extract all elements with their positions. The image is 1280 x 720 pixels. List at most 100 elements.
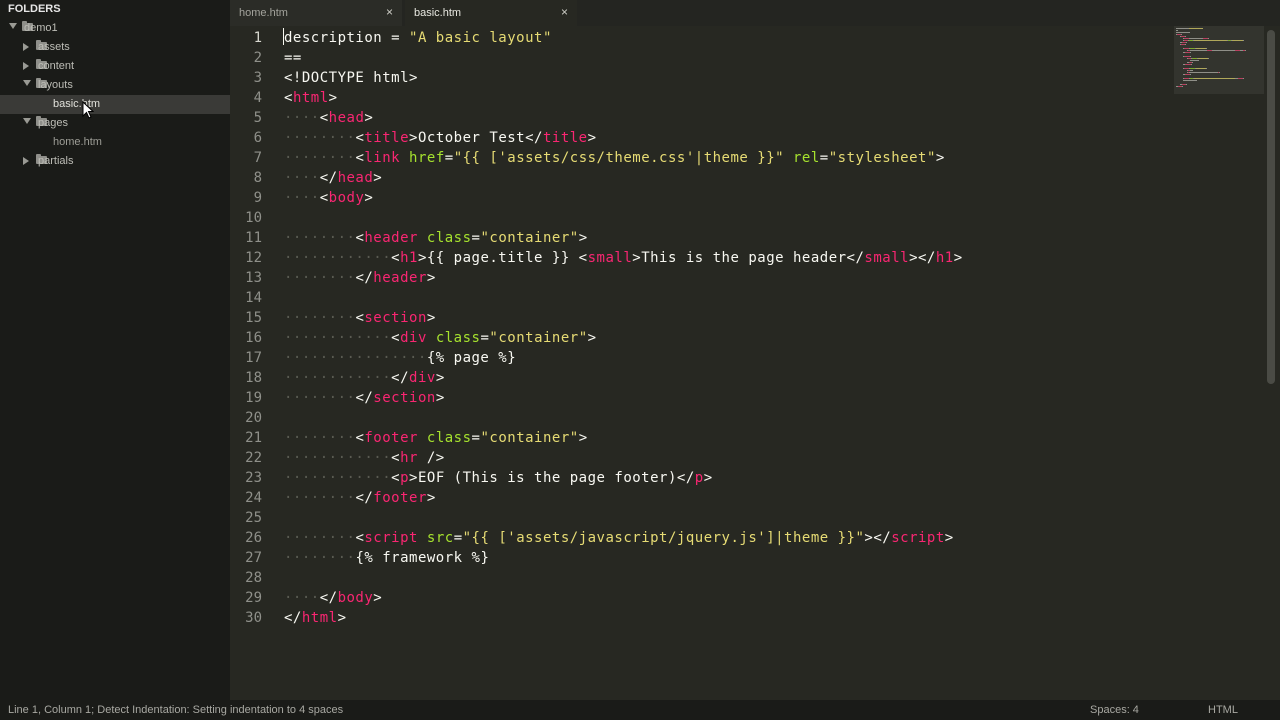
vertical-scrollbar[interactable] <box>1267 30 1275 384</box>
status-message: Line 1, Column 1; Detect Indentation: Se… <box>8 704 344 716</box>
line-number: 9 <box>253 190 262 206</box>
code-token: header <box>373 270 427 286</box>
code-token: div <box>400 330 427 346</box>
disclosure-closed-icon[interactable] <box>23 62 29 70</box>
code-line[interactable]: ····</head> <box>284 168 382 188</box>
folder-item-assets[interactable]: assets <box>0 38 230 57</box>
code-line[interactable]: ········<header class="container"> <box>284 228 588 248</box>
code-token: </ <box>319 170 338 186</box>
code-line[interactable]: ············</div> <box>284 368 445 388</box>
tab-home-htm[interactable]: home.htm × <box>230 0 402 26</box>
close-icon[interactable]: × <box>561 5 568 19</box>
code-line[interactable]: ········</footer> <box>284 488 436 508</box>
tree-item-label: pages <box>38 117 68 129</box>
tab-basic-htm[interactable]: basic.htm × <box>405 0 577 26</box>
code-editor[interactable]: 1 2 3 4 5 6 7 8 9 10 11 12 13 14 15 16 17 18 19 20 21 22 23 24 2… <box>230 26 1280 700</box>
code-token: ········ <box>284 150 356 166</box>
code-token: href <box>409 150 445 166</box>
code-line[interactable]: ········<link href="{{ ['assets/css/them… <box>284 148 945 168</box>
code-line[interactable]: <html> <box>284 88 338 108</box>
code-line[interactable]: ············<h1>{{ page.title }} <small>… <box>284 248 963 268</box>
line-number: 23 <box>245 470 262 486</box>
code-token: ············ <box>284 450 392 466</box>
code-token: </ <box>319 590 338 606</box>
code-token: ········ <box>284 270 356 286</box>
disclosure-open-icon[interactable] <box>23 80 31 86</box>
close-icon[interactable]: × <box>386 5 393 19</box>
code-token: = <box>819 150 829 166</box>
minimap[interactable] <box>1174 26 1264 94</box>
code-line[interactable]: ········{% framework %} <box>284 548 489 568</box>
line-number: 14 <box>245 290 262 306</box>
code-token: < <box>319 110 329 126</box>
code-line[interactable]: ····<body> <box>284 188 373 208</box>
code-token: > <box>578 430 588 446</box>
code-token: src <box>426 530 454 546</box>
code-token: description = <box>284 30 410 46</box>
code-line[interactable]: ········<script src="{{ ['assets/javascr… <box>284 528 954 548</box>
line-number: 21 <box>245 430 262 446</box>
code-token: ···· <box>284 110 320 126</box>
file-item-home-htm[interactable]: home.htm <box>0 133 230 152</box>
code-line[interactable]: ····</body> <box>284 588 382 608</box>
line-number: 16 <box>245 330 262 346</box>
code-token: < <box>391 250 401 266</box>
folder-item-pages[interactable]: pages <box>0 114 230 133</box>
folder-item-content[interactable]: content <box>0 57 230 76</box>
folder-item-demo1[interactable]: demo1 <box>0 19 230 38</box>
code-line[interactable]: ········<title>October Test</title> <box>284 128 597 148</box>
code-line[interactable]: ····<head> <box>284 108 373 128</box>
code-token: ············ <box>284 250 392 266</box>
code-token: ················ <box>284 350 427 366</box>
line-number: 7 <box>253 150 262 166</box>
code-token: head <box>328 110 365 126</box>
disclosure-closed-icon[interactable] <box>23 43 29 51</box>
code-token: head <box>337 170 374 186</box>
folders-title: FOLDERS <box>8 3 61 15</box>
code-line[interactable]: <!DOCTYPE html> <box>284 68 418 88</box>
indentation-setting[interactable]: Spaces: 4 <box>1090 704 1139 716</box>
code-line[interactable]: ············<hr /> <box>284 448 445 468</box>
code-token: ></ <box>909 250 936 266</box>
line-number: 10 <box>245 210 262 226</box>
code-line[interactable]: ················{% page %} <box>284 348 516 368</box>
code-line[interactable]: description = "A basic layout" <box>284 28 552 48</box>
code-token: = <box>444 150 454 166</box>
code-line[interactable]: ············<p>EOF (This is the page foo… <box>284 468 713 488</box>
code-token: > <box>587 130 597 146</box>
line-number: 28 <box>245 570 262 586</box>
code-line[interactable]: ········</header> <box>284 268 436 288</box>
tab-label: home.htm <box>239 7 288 19</box>
code-line[interactable]: ········<section> <box>284 308 436 328</box>
code-token: ···· <box>284 170 320 186</box>
folder-item-partials[interactable]: partials <box>0 152 230 171</box>
syntax-selector[interactable]: HTML <box>1208 704 1238 716</box>
code-token: >This is the page header</ <box>632 250 865 266</box>
code-token: = <box>453 530 463 546</box>
line-number: 8 <box>253 170 262 186</box>
code-token: h1 <box>935 250 954 266</box>
code-line[interactable]: ········<footer class="container"> <box>284 428 588 448</box>
code-token: > <box>364 190 374 206</box>
code-token: ···· <box>284 590 320 606</box>
code-token: > <box>364 110 374 126</box>
code-line[interactable]: ········</section> <box>284 388 445 408</box>
folder-item-layouts[interactable]: layouts <box>0 76 230 95</box>
code-line[interactable]: == <box>284 48 302 68</box>
line-number: 13 <box>245 270 262 286</box>
code-token: ········ <box>284 490 356 506</box>
code-token: > <box>703 470 713 486</box>
disclosure-closed-icon[interactable] <box>23 157 29 165</box>
code-token: ············ <box>284 470 392 486</box>
code-line[interactable]: </html> <box>284 608 347 628</box>
code-token: header <box>364 230 418 246</box>
code-line[interactable]: ············<div class="container"> <box>284 328 597 348</box>
file-item-basic-htm[interactable]: basic.htm <box>0 95 230 114</box>
line-number: 24 <box>245 490 262 506</box>
disclosure-open-icon[interactable] <box>9 23 17 29</box>
code-token: >EOF (This is the page footer)</ <box>409 470 695 486</box>
disclosure-open-icon[interactable] <box>23 118 31 124</box>
